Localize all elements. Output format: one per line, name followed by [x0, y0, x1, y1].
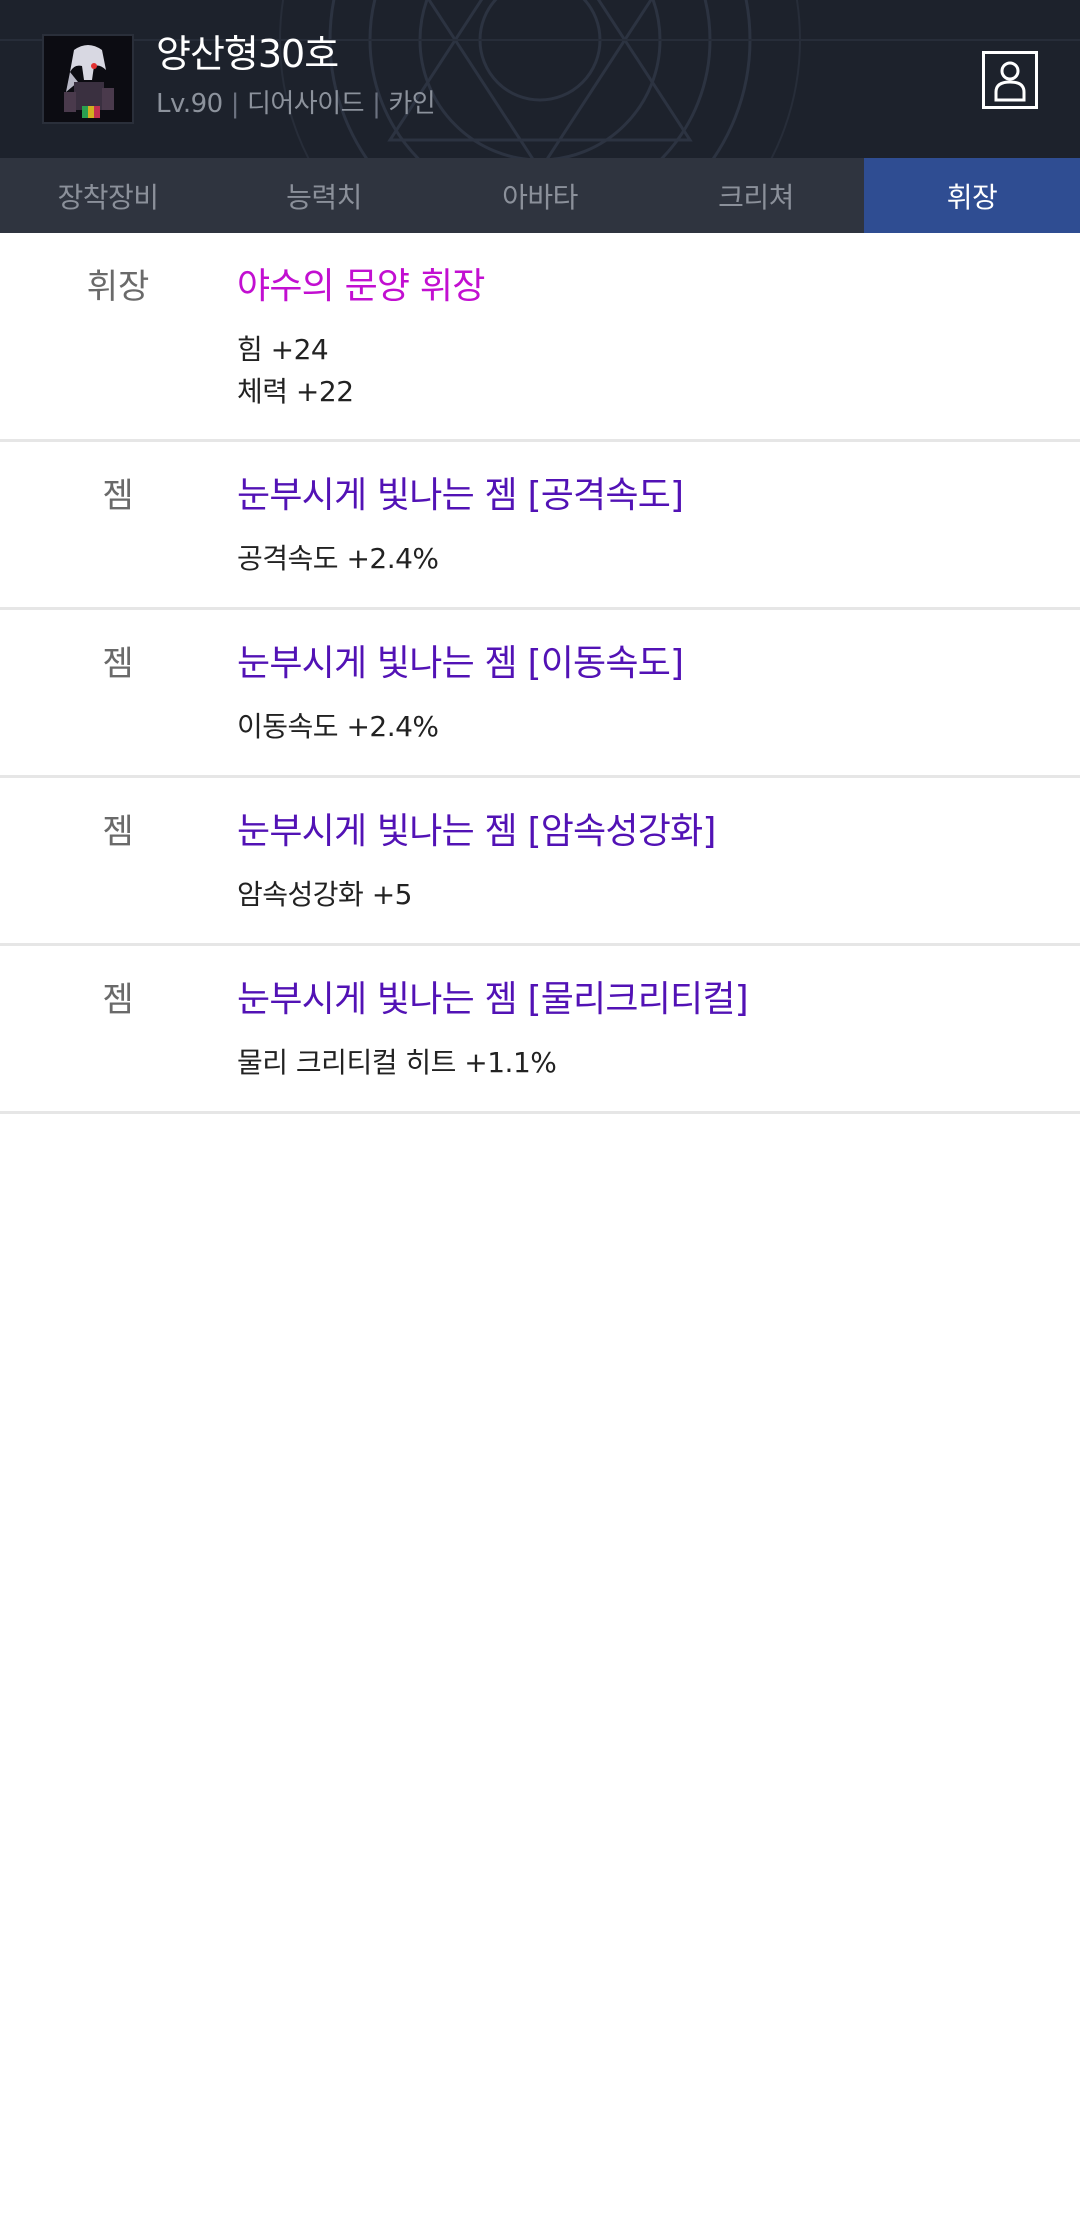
person-outline-icon [994, 61, 1026, 102]
tab-stats[interactable]: 능력치 [216, 158, 432, 233]
stat-line: 공격속도 +2.4% [237, 542, 439, 575]
item-name: 야수의 문양 휘장 [237, 266, 485, 307]
character-tabs: 장착장비 능력치 아바타 크리쳐 휘장 [0, 158, 1080, 233]
item-stats: 암속성강화 +5 [237, 874, 412, 916]
slot-label: 젬 [102, 476, 134, 516]
info-separator: | [372, 89, 381, 119]
tab-emblem[interactable]: 휘장 [864, 158, 1080, 233]
slot-label: 휘장 [86, 267, 150, 307]
item-name: 눈부시게 빛나는 젬 [이동속도] [237, 643, 684, 684]
character-info: Lv.90 | 디어사이드 | 카인 [156, 86, 436, 122]
item-stats: 힘 +24 체력 +22 [237, 329, 354, 413]
item-name: 눈부시게 빛나는 젬 [암속성강화] [237, 811, 716, 852]
list-item[interactable]: 휘장 야수의 문양 휘장 힘 +24 체력 +22 [0, 233, 1080, 442]
emblem-list: 휘장 야수의 문양 휘장 힘 +24 체력 +22 젬 눈부시게 빛나는 젬 [… [0, 233, 1080, 1114]
character-name: 양산형30호 [156, 32, 339, 76]
character-server: 카인 [388, 89, 436, 119]
character-avatar [42, 34, 134, 124]
character-header: 양산형30호 Lv.90 | 디어사이드 | 카인 [0, 0, 1080, 158]
character-job: 디어사이드 [246, 89, 365, 119]
stat-line: 이동속도 +2.4% [237, 710, 439, 743]
tab-avatar[interactable]: 아바타 [432, 158, 648, 233]
character-portrait-icon [44, 36, 132, 122]
list-item[interactable]: 젬 눈부시게 빛나는 젬 [암속성강화] 암속성강화 +5 [0, 778, 1080, 946]
character-level: Lv.90 [156, 89, 223, 119]
stat-line: 힘 +24 [237, 333, 329, 366]
item-name: 눈부시게 빛나는 젬 [물리크리티컬] [237, 979, 749, 1020]
tab-creature[interactable]: 크리쳐 [648, 158, 864, 233]
slot-label: 젬 [102, 812, 134, 852]
profile-button[interactable] [982, 51, 1038, 109]
slot-label: 젬 [102, 980, 134, 1020]
list-item[interactable]: 젬 눈부시게 빛나는 젬 [이동속도] 이동속도 +2.4% [0, 610, 1080, 778]
item-stats: 공격속도 +2.4% [237, 538, 439, 580]
list-item[interactable]: 젬 눈부시게 빛나는 젬 [물리크리티컬] 물리 크리티컬 히트 +1.1% [0, 946, 1080, 1114]
info-separator: | [230, 89, 240, 119]
item-stats: 이동속도 +2.4% [237, 706, 439, 748]
tab-equipment[interactable]: 장착장비 [0, 158, 216, 233]
stat-line: 물리 크리티컬 히트 +1.1% [237, 1046, 557, 1079]
item-stats: 물리 크리티컬 히트 +1.1% [237, 1042, 557, 1084]
item-name: 눈부시게 빛나는 젬 [공격속도] [237, 475, 684, 516]
slot-label: 젬 [102, 644, 134, 684]
stat-line: 암속성강화 +5 [237, 878, 412, 911]
list-item[interactable]: 젬 눈부시게 빛나는 젬 [공격속도] 공격속도 +2.4% [0, 442, 1080, 610]
stat-line: 체력 +22 [237, 375, 354, 408]
